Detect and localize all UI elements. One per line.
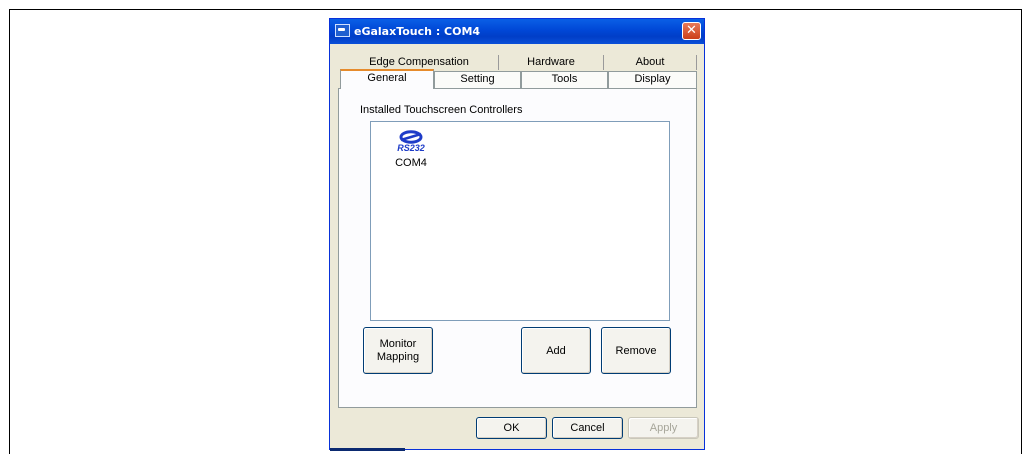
close-button[interactable]: ✕ (682, 22, 701, 40)
apply-label: Apply (649, 422, 678, 434)
title-bar[interactable]: eGalaxTouch : COM4 ✕ (330, 19, 704, 44)
tab-label: Hardware (527, 56, 575, 68)
device-name: COM4 (395, 157, 427, 169)
tab-tools[interactable]: Tools (521, 71, 608, 89)
add-button[interactable]: Add (521, 327, 591, 374)
app-icon (335, 24, 350, 37)
tab-label: Setting (460, 73, 495, 85)
ok-label: OK (503, 422, 520, 434)
monitor-mapping-label: Monitor Mapping (376, 337, 420, 363)
monitor-mapping-button[interactable]: Monitor Mapping (363, 327, 433, 374)
close-icon: ✕ (686, 23, 697, 38)
frame-left-line (9, 9, 10, 454)
installed-controllers-label: Installed Touchscreen Controllers (360, 104, 523, 116)
tab-label: General (367, 72, 407, 84)
tab-label: About (635, 56, 665, 68)
device-item[interactable]: RS232 COM4 (391, 130, 431, 169)
cancel-label: Cancel (570, 422, 605, 434)
cancel-button[interactable]: Cancel (552, 417, 623, 439)
tab-setting[interactable]: Setting (434, 71, 521, 89)
window-title: eGalaxTouch : COM4 (354, 25, 481, 38)
tab-about[interactable]: About (604, 55, 697, 70)
frame-right-line (1021, 9, 1022, 454)
egalaxtouch-dialog: eGalaxTouch : COM4 ✕ Edge Compensation H… (329, 18, 705, 450)
tab-hardware[interactable]: Hardware (499, 55, 604, 70)
apply-button: Apply (628, 417, 699, 439)
tab-general[interactable]: General (340, 69, 434, 89)
rs232-icon (399, 130, 423, 144)
add-label: Add (546, 344, 566, 357)
tab-edge-compensation[interactable]: Edge Compensation (340, 55, 499, 70)
remove-label: Remove (615, 344, 657, 357)
tab-display[interactable]: Display (608, 71, 697, 89)
remove-button[interactable]: Remove (601, 327, 671, 374)
frame-top-line (9, 9, 1022, 10)
tab-label: Edge Compensation (369, 56, 469, 68)
rs232-text: RS232 (397, 143, 425, 153)
ok-button[interactable]: OK (476, 417, 547, 439)
taskbar-edge (330, 448, 405, 451)
tab-label: Display (634, 73, 671, 85)
tab-label: Tools (551, 73, 578, 85)
controllers-listbox[interactable]: RS232 COM4 (370, 121, 670, 321)
